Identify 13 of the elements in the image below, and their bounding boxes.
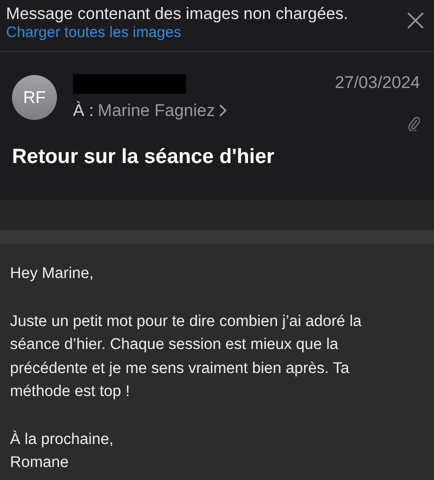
chevron-icon[interactable] — [218, 104, 227, 118]
recipient-name[interactable]: Marine Fagniez — [98, 98, 215, 124]
close-icon[interactable] — [407, 12, 424, 29]
signature-text: Romane — [10, 453, 70, 473]
avatar: RF — [12, 75, 57, 120]
date-text: 27/03/2024 — [334, 72, 420, 94]
message-paragraph: Juste un petit mot pour te dire combien j’ai adoré la séance d’hier. Chaque session est mieux que la précédente et je me sens vraiment bien après. Ta méthode est top ! — [10, 312, 363, 402]
load-images-link[interactable]: Charger toutes les images — [6, 24, 348, 42]
subject-heading: Retour sur la séance d'hier — [12, 144, 276, 170]
closing-text: À la prochaine, — [10, 430, 114, 450]
greeting-text: Hey Marine, — [10, 264, 95, 284]
notice-text: Message contenant des images non chargées. — [6, 4, 348, 24]
to-label: À : — [73, 100, 94, 122]
